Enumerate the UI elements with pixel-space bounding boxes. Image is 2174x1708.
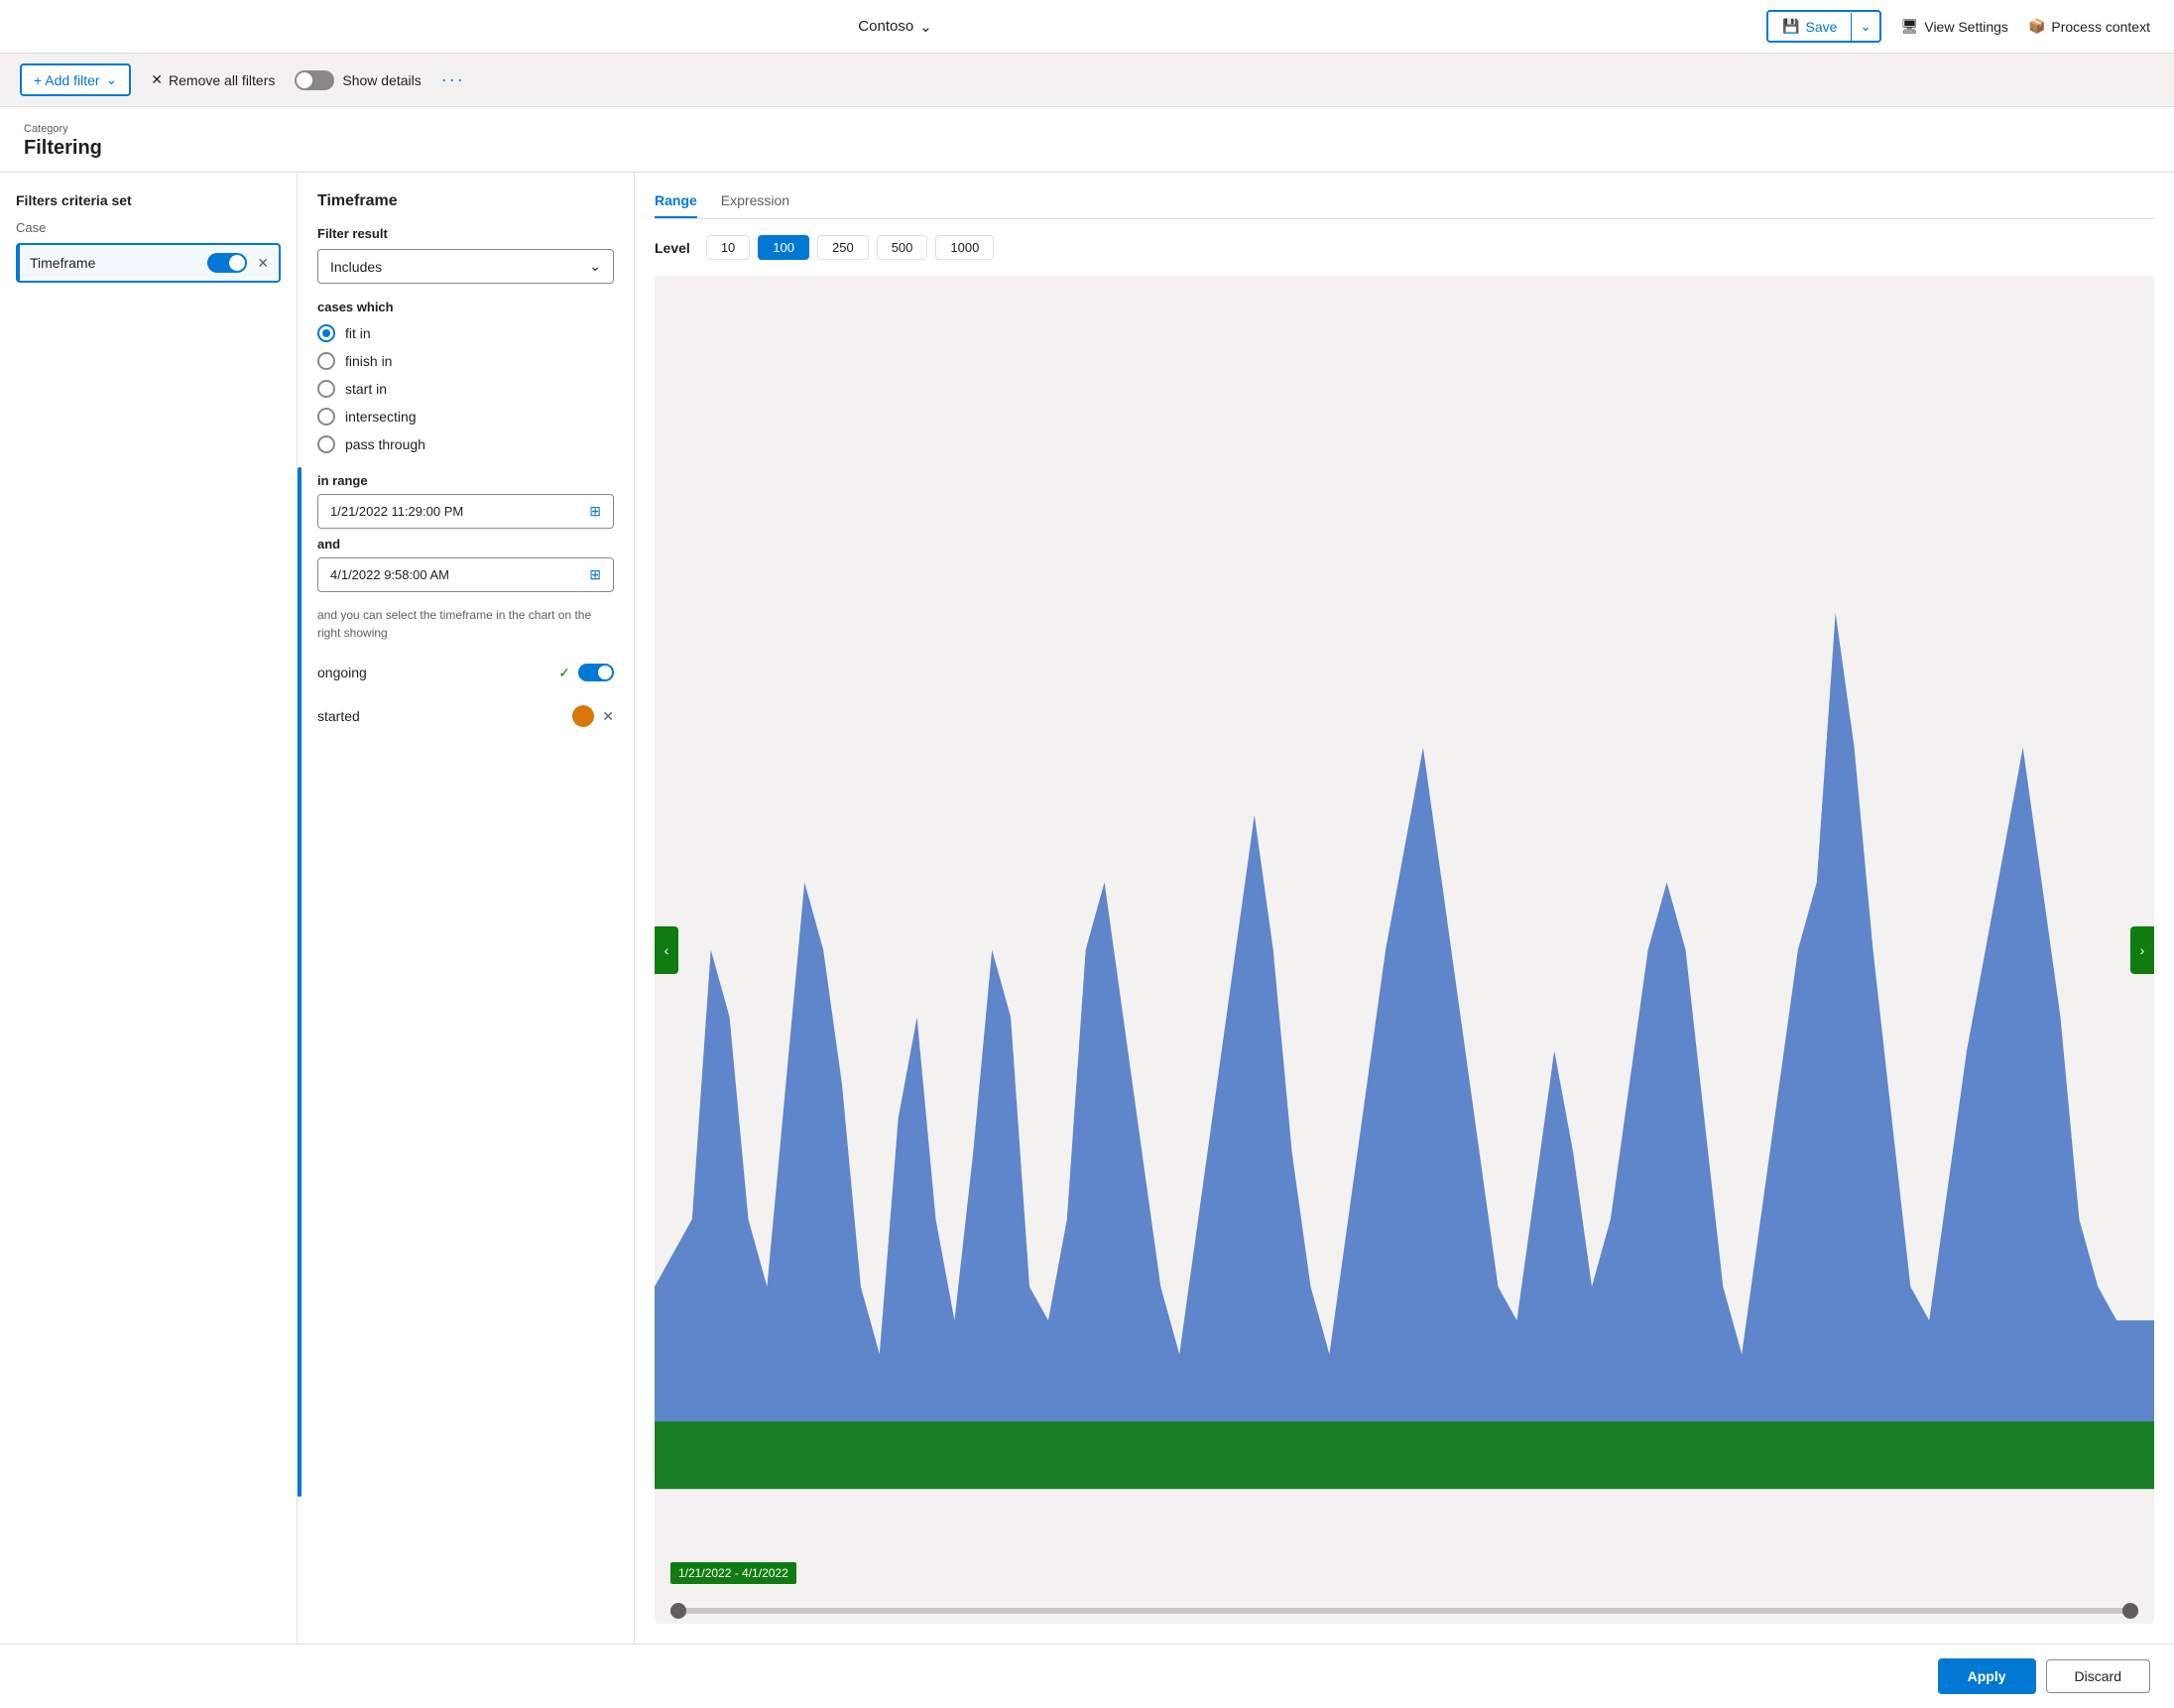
radio-intersecting[interactable]: intersecting	[317, 408, 614, 426]
slider-bar	[670, 1608, 2138, 1614]
check-icon: ✓	[558, 665, 570, 681]
left-panel: Filters criteria set Case Timeframe ✕	[0, 173, 298, 1644]
filter-item-name: Timeframe	[30, 255, 95, 271]
timeframe-filter-item[interactable]: Timeframe ✕	[16, 243, 281, 283]
category-area: Category Filtering	[0, 107, 2174, 173]
toolbar: + Add filter ⌄ ✕ Remove all filters Show…	[0, 54, 2174, 107]
save-btn-group: 💾 Save ⌄	[1766, 10, 1881, 43]
top-nav-right: 💾 Save ⌄ 🖥 View Settings 📦 Process conte…	[1766, 10, 2150, 43]
category-title: Filtering	[24, 137, 2150, 160]
ongoing-toggle[interactable]	[578, 664, 614, 681]
chart-date-label: 1/21/2022 - 4/1/2022	[670, 1562, 796, 1584]
date-start-value: 1/21/2022 11:29:00 PM	[330, 504, 463, 519]
save-disk-icon: 💾	[1782, 18, 1799, 35]
radio-circle-pass-through	[317, 435, 335, 453]
save-button[interactable]: 💾 Save	[1768, 12, 1851, 41]
company-selector[interactable]: Contoso ⌄	[858, 18, 931, 36]
radio-start-in[interactable]: start in	[317, 380, 614, 398]
show-details-toggle[interactable]	[295, 70, 334, 90]
range-section: in range 1/21/2022 11:29:00 PM ⊞ and 4/1…	[317, 473, 614, 592]
apply-button[interactable]: Apply	[1938, 1658, 2036, 1694]
case-label: Case	[16, 220, 281, 235]
chevron-down-icon: ⌄	[106, 71, 118, 88]
ongoing-row: ongoing ✓	[317, 658, 614, 687]
process-context-icon: 📦	[2028, 18, 2045, 35]
hint-text: and you can select the timeframe in the …	[317, 606, 614, 642]
radio-circle-finish-in	[317, 352, 335, 370]
main-content: Filters criteria set Case Timeframe ✕ Ti…	[0, 173, 2174, 1644]
close-icon: ✕	[151, 71, 163, 88]
ongoing-label: ongoing	[317, 665, 367, 680]
remove-all-filters-button[interactable]: ✕ Remove all filters	[151, 71, 275, 88]
started-indicator	[572, 705, 594, 727]
started-label: started	[317, 708, 360, 724]
and-label: and	[317, 537, 614, 551]
slider-right-handle[interactable]	[2122, 1603, 2138, 1619]
add-filter-button[interactable]: + Add filter ⌄	[20, 63, 131, 96]
level-1000-button[interactable]: 1000	[935, 235, 994, 260]
chart-svg	[655, 276, 2154, 1624]
chart-nav-right-button[interactable]: ›	[2130, 926, 2154, 974]
date-start-input[interactable]: 1/21/2022 11:29:00 PM ⊞	[317, 494, 614, 529]
chevron-down-icon: ⌄	[919, 18, 932, 36]
right-panel: Range Expression Level 10 100 250 500 10…	[635, 173, 2174, 1644]
tab-expression[interactable]: Expression	[721, 192, 789, 218]
radio-pass-through[interactable]: pass through	[317, 435, 614, 453]
started-close-icon[interactable]: ✕	[602, 708, 614, 725]
chevron-down-icon: ⌄	[589, 258, 601, 275]
filter-result-label: Filter result	[317, 226, 614, 241]
started-controls: ✕	[572, 705, 614, 727]
view-settings-button[interactable]: 🖥 View Settings	[1901, 18, 2008, 35]
tabs: Range Expression	[655, 192, 2154, 219]
level-500-button[interactable]: 500	[877, 235, 928, 260]
level-100-button[interactable]: 100	[758, 235, 809, 260]
level-row: Level 10 100 250 500 1000	[655, 235, 2154, 260]
timeframe-title: Timeframe	[317, 192, 614, 210]
discard-button[interactable]: Discard	[2046, 1659, 2150, 1693]
chart-container: 1/21/2022 - 4/1/2022 ‹ ›	[655, 276, 2154, 1624]
cases-which-label: cases which	[317, 300, 614, 314]
filter-item-controls: ✕	[207, 253, 269, 273]
level-250-button[interactable]: 250	[817, 235, 869, 260]
radio-circle-start-in	[317, 380, 335, 398]
process-context-button[interactable]: 📦 Process context	[2028, 18, 2150, 35]
radio-finish-in[interactable]: finish in	[317, 352, 614, 370]
bottom-bar: Apply Discard	[0, 1644, 2174, 1708]
middle-panel: Timeframe Filter result Includes ⌄ cases…	[298, 173, 635, 1644]
save-dropdown-button[interactable]: ⌄	[1851, 13, 1878, 41]
ongoing-controls: ✓	[558, 664, 614, 681]
in-range-label: in range	[317, 473, 614, 488]
slider-left-handle[interactable]	[670, 1603, 686, 1619]
company-name: Contoso	[858, 18, 913, 35]
view-settings-icon: 🖥	[1901, 18, 1919, 35]
filter-result-dropdown[interactable]: Includes ⌄	[317, 249, 614, 284]
filter-toggle[interactable]	[207, 253, 247, 273]
date-end-input[interactable]: 4/1/2022 9:58:00 AM ⊞	[317, 557, 614, 592]
date-end-value: 4/1/2022 9:58:00 AM	[330, 567, 449, 582]
filter-close-icon[interactable]: ✕	[257, 255, 269, 272]
filters-criteria-set-title: Filters criteria set	[16, 192, 281, 208]
show-details-group: Show details	[295, 70, 421, 90]
radio-group: fit in finish in start in intersecting p…	[317, 324, 614, 453]
level-10-button[interactable]: 10	[706, 235, 750, 260]
category-label: Category	[24, 123, 2150, 135]
chart-nav-left-button[interactable]: ‹	[655, 926, 678, 974]
calendar-icon: ⊞	[589, 503, 601, 520]
more-options-button[interactable]: ···	[441, 69, 465, 90]
tab-range[interactable]: Range	[655, 192, 697, 218]
filter-result-value: Includes	[330, 259, 382, 275]
calendar-icon-2: ⊞	[589, 566, 601, 583]
level-label: Level	[655, 240, 690, 256]
started-row: started ✕	[317, 699, 614, 733]
radio-fit-in[interactable]: fit in	[317, 324, 614, 342]
radio-circle-fit-in	[317, 324, 335, 342]
radio-circle-intersecting	[317, 408, 335, 426]
top-nav: Contoso ⌄ 💾 Save ⌄ 🖥 View Settings 📦 Pro…	[0, 0, 2174, 54]
